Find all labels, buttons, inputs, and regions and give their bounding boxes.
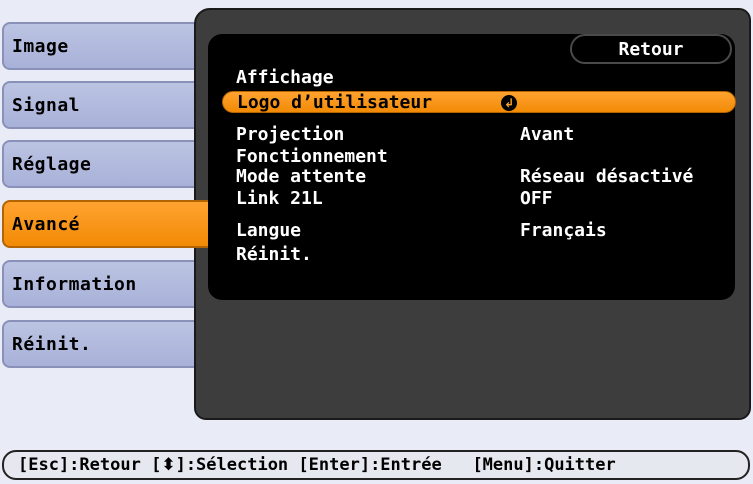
menu-item-value: Français — [520, 220, 607, 241]
menu-item-reinit[interactable]: Réinit. — [222, 244, 734, 266]
help-select: ]:Sélection — [175, 455, 289, 475]
menu-item-label: Mode attente — [236, 166, 367, 187]
menu-item-label: Langue — [236, 220, 302, 241]
help-menu: [Menu]:Quitter — [472, 455, 616, 475]
menu-item-link21l[interactable]: Link 21L OFF — [222, 188, 734, 210]
menu-item-label: Logo d’utilisateur — [237, 92, 433, 113]
help-enter: [Enter]:Entrée — [298, 455, 442, 475]
menu-item-mode-attente[interactable]: Mode attente Réseau désactivé — [222, 166, 734, 188]
up-down-arrow-icon: ⬍ — [161, 455, 176, 475]
tab-avance[interactable]: Avancé — [2, 200, 208, 248]
menu-item-label: Réinit. — [236, 244, 312, 265]
tab-label: Réinit. — [12, 333, 92, 355]
tab-label: Signal — [12, 94, 81, 116]
menu-item-langue[interactable]: Langue Français — [222, 220, 734, 242]
menu-item-projection[interactable]: Projection Avant — [222, 124, 734, 146]
menu-item-value: OFF — [520, 188, 553, 209]
help-esc: [Esc]:Retour — [18, 455, 141, 475]
menu-item-logo-utilisateur[interactable]: Logo d’utilisateur ↲ — [222, 91, 736, 113]
tab-information[interactable]: Information — [2, 260, 205, 308]
menu-item-label: Projection — [236, 124, 345, 145]
tab-label: Information — [12, 273, 137, 295]
retour-button[interactable]: Retour — [570, 34, 732, 64]
tab-label: Avancé — [12, 213, 81, 235]
menu-item-label: Fonctionnement — [236, 146, 388, 167]
help-select-prefix: [ — [151, 455, 162, 475]
help-bar: [Esc]:Retour [⬍]:Sélection [Enter]:Entré… — [2, 450, 750, 480]
tab-image[interactable]: Image — [2, 22, 205, 70]
tab-reinit[interactable]: Réinit. — [2, 320, 205, 368]
menu-item-label: Link 21L — [236, 188, 323, 209]
tab-reglage[interactable]: Réglage — [2, 140, 205, 188]
menu-item-label: Affichage — [236, 67, 334, 88]
retour-label: Retour — [618, 38, 684, 60]
menu-item-value: Avant — [520, 124, 575, 145]
tab-label: Réglage — [12, 153, 92, 175]
menu-item-fonctionnement[interactable]: Fonctionnement — [222, 146, 734, 168]
menu-item-value: Réseau désactivé — [520, 166, 694, 187]
tab-signal[interactable]: Signal — [2, 81, 205, 129]
menu-item-affichage[interactable]: Affichage — [222, 67, 734, 89]
enter-icon: ↲ — [501, 95, 517, 111]
tab-label: Image — [12, 35, 69, 57]
